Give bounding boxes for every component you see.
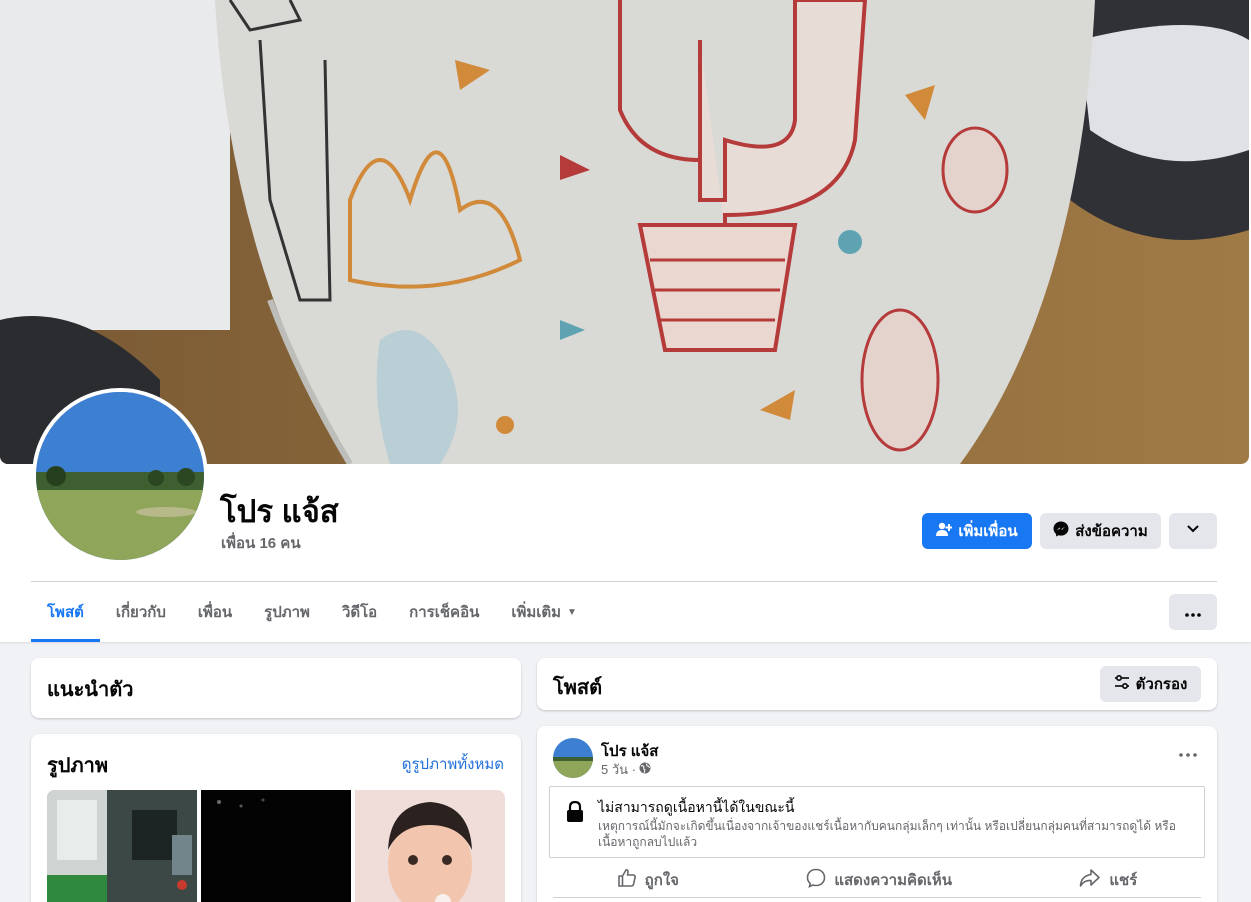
caret-down-icon: ▼ (567, 606, 577, 618)
tab-label: เกี่ยวกับ (115, 604, 166, 621)
comment-label: แสดงความคิดเห็น (834, 871, 953, 889)
post-card: โปร แจ้ส 5 วัน · ไม่สามารถดูเนื้อหานี้ได… (537, 726, 1217, 902)
filter-label: ตัวกรอง (1135, 676, 1188, 693)
cover-photo[interactable] (0, 0, 1249, 464)
tab-label: โพสต์ (47, 604, 84, 621)
filter-button[interactable]: ตัวกรอง (1100, 666, 1201, 702)
photo-thumbnail[interactable] (47, 790, 197, 902)
add-friend-icon (936, 521, 953, 541)
profile-name: โปร แจ้ส (220, 494, 339, 529)
photos-title[interactable]: รูปภาพ (47, 749, 108, 781)
messenger-icon (1053, 521, 1069, 541)
intro-card: แนะนำตัว (31, 658, 521, 718)
more-options-button[interactable] (1169, 594, 1217, 630)
content-unavailable-box: ไม่สามารถดูเนื้อหานี้ได้ในขณะนี้ เหตุการ… (549, 786, 1205, 858)
like-label: ถูกใจ (644, 871, 679, 889)
tab-label: การเช็คอิน (409, 604, 480, 621)
tab-more[interactable]: เพิ่มเติม ▼ (495, 582, 593, 642)
tab-label: วิดีโอ (341, 604, 378, 621)
like-button[interactable]: ถูกใจ (617, 868, 679, 892)
post-menu-icon[interactable] (1179, 744, 1197, 762)
profile-header: โปร แจ้ส เพื่อน 16 คน เพิ่มเพื่อน ส่งข้อ… (0, 0, 1251, 642)
filter-icon (1114, 674, 1130, 693)
comment-button[interactable]: แสดงความคิดเห็น (806, 868, 952, 892)
more-icon (1185, 604, 1201, 621)
tab-posts[interactable]: โพสต์ (31, 582, 100, 642)
friend-count[interactable]: เพื่อน 16 คน (221, 531, 301, 555)
add-friend-label: เพิ่มเพื่อน (958, 523, 1018, 540)
photo-thumbnail[interactable] (201, 790, 351, 902)
photo-grid (47, 790, 505, 902)
tab-label: รูปภาพ (264, 604, 310, 621)
share-button[interactable]: แชร์ (1079, 868, 1137, 892)
profile-avatar[interactable] (32, 388, 208, 564)
like-icon (617, 868, 637, 892)
tab-label: เพิ่มเติม (511, 604, 562, 621)
post-action-row: ถูกใจ แสดงความคิดเห็น แชร์ (553, 862, 1201, 898)
share-label: แชร์ (1109, 871, 1138, 889)
photo-thumbnail[interactable] (355, 790, 505, 902)
tab-about[interactable]: เกี่ยวกับ (100, 582, 182, 642)
post-meta: 5 วัน · (601, 759, 651, 780)
tab-checkins[interactable]: การเช็คอิน (393, 582, 495, 642)
chevron-down-icon (1186, 522, 1200, 540)
tab-photos[interactable]: รูปภาพ (248, 582, 326, 642)
add-friend-button[interactable]: เพิ่มเพื่อน (922, 513, 1032, 549)
tab-videos[interactable]: วิดีโอ (326, 582, 393, 642)
profile-tabs: โพสต์ เกี่ยวกับ เพื่อน รูปภาพ วิดีโอ การ… (31, 582, 593, 642)
unavailable-description: เหตุการณ์นี้มักจะเกิดขึ้นเนื่องจากเจ้าขอ… (598, 819, 1176, 849)
post-author-avatar[interactable] (553, 738, 593, 778)
see-all-photos-link[interactable]: ดูรูปภาพทั้งหมด (402, 752, 504, 776)
message-button[interactable]: ส่งข้อความ (1040, 513, 1161, 549)
photos-card: รูปภาพ ดูรูปภาพทั้งหมด (31, 734, 521, 902)
globe-icon (639, 762, 651, 777)
post-time[interactable]: 5 วัน · (601, 759, 636, 780)
share-icon (1079, 868, 1101, 892)
profile-dropdown-button[interactable] (1169, 513, 1217, 549)
tab-label: เพื่อน (197, 604, 233, 621)
intro-title: แนะนำตัว (47, 679, 134, 701)
lock-icon (566, 800, 584, 828)
comment-icon (806, 868, 826, 892)
message-label: ส่งข้อความ (1075, 523, 1148, 540)
unavailable-title: ไม่สามารถดูเนื้อหานี้ได้ในขณะนี้ (598, 799, 795, 815)
posts-title: โพสต์ (553, 677, 603, 699)
tab-friends[interactable]: เพื่อน (182, 582, 248, 642)
